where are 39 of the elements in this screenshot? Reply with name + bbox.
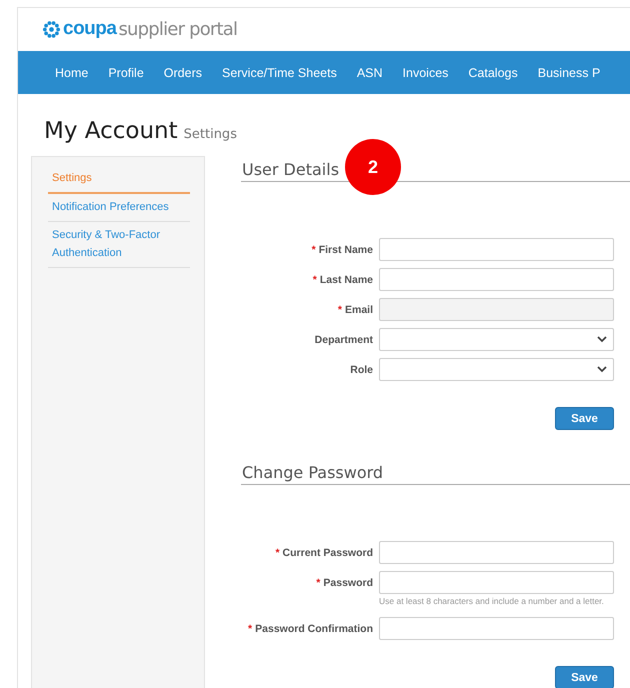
field-label: * Email xyxy=(338,304,373,316)
input-field[interactable] xyxy=(379,541,614,564)
input-field[interactable] xyxy=(379,268,614,291)
nav-link[interactable]: ASN xyxy=(356,66,383,80)
select-field[interactable] xyxy=(379,328,614,351)
field-hint: Use at least 8 characters and include a number and a letter. xyxy=(379,596,605,606)
field-label: * First Name xyxy=(312,244,373,256)
section-heading: Change Password xyxy=(241,459,630,485)
field-label: * Last Name xyxy=(312,274,373,286)
nav-link[interactable]: Orders xyxy=(164,66,202,80)
field-label: Role xyxy=(350,364,373,376)
sidebar-item[interactable]: Settings xyxy=(48,165,190,194)
logo-icon xyxy=(42,20,61,39)
field-label: * Password xyxy=(316,576,373,588)
nav-link[interactable]: Business P xyxy=(538,66,600,80)
field-label: * Current Password xyxy=(275,546,373,558)
field-label: Department xyxy=(314,334,373,346)
select-field[interactable] xyxy=(379,358,614,381)
save-button[interactable]: Save xyxy=(555,407,614,430)
input-field[interactable] xyxy=(379,571,614,594)
nav-link[interactable]: Home xyxy=(55,66,88,80)
step-badge: 2 xyxy=(345,139,401,195)
nav-link[interactable]: Invoices xyxy=(402,66,448,80)
chevron-down-icon xyxy=(597,336,607,343)
page-title: My Account xyxy=(44,118,178,144)
sidebar-item[interactable]: Security & Two-Factor Authentication xyxy=(48,222,190,268)
input-field[interactable] xyxy=(379,617,614,640)
nav-link[interactable]: Profile xyxy=(108,66,144,80)
input-field[interactable] xyxy=(379,238,614,261)
logo-brand: coupa xyxy=(63,18,116,40)
field-label: * Password Confirmation xyxy=(248,622,373,634)
save-button[interactable]: Save xyxy=(555,666,614,688)
nav-link[interactable]: Service/Time Sheets xyxy=(222,66,337,80)
chevron-down-icon xyxy=(597,366,607,373)
input-field[interactable] xyxy=(379,298,614,321)
nav-link[interactable]: Catalogs xyxy=(468,66,518,80)
page-subtitle: Settings xyxy=(184,127,237,142)
sidebar-item[interactable]: Notification Preferences xyxy=(48,194,190,222)
logo-product: supplier portal xyxy=(118,18,238,40)
